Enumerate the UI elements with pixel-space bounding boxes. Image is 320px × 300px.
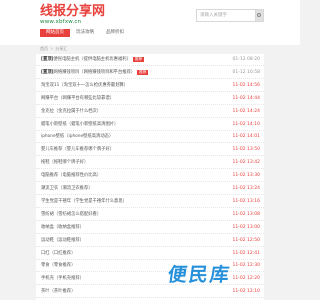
- list-item[interactable]: [置顶]便民电脑主机（提供电脑主机优惠福利） 推荐 01-12 08:20: [36, 54, 264, 66]
- list-item-text: 潮流卫衣（潮流卫衣推荐）: [41, 186, 93, 191]
- list-item-title[interactable]: 运动鞋（运动鞋推荐）: [41, 238, 84, 244]
- list-item-date: 11-02 12:41: [232, 250, 260, 256]
- list-item-title[interactable]: 金克拉（金克拉属于什么档次）: [41, 109, 101, 115]
- list-item-title[interactable]: [置顶]便民电脑主机（提供电脑主机优惠福利） 推荐: [41, 57, 145, 63]
- list-item[interactable]: 婴儿车推荐（婴儿车推荐哪个牌子好） 11-02 13:50: [36, 144, 264, 157]
- breadcrumb-home[interactable]: 首页: [40, 46, 48, 51]
- list-item-text: 金克拉（金克拉属于什么档次）: [41, 108, 102, 114]
- list-item-text: 收纳盒（收纳盒推荐）: [41, 224, 84, 230]
- watermark-text: 便民库: [166, 264, 233, 286]
- list-item-text: 拖鞋（拖鞋哪个牌子好）: [41, 160, 89, 166]
- list-item-title[interactable]: 淘宝双11（淘宝双十一怎么抢优惠券最划算）: [41, 83, 128, 89]
- list-item-title[interactable]: 收纳盒（收纳盒推荐）: [41, 225, 84, 231]
- nav-item-home[interactable]: 网站首页: [40, 29, 70, 37]
- list-item-title[interactable]: iphone壁纸（iphone壁纸高清动态）: [41, 134, 113, 140]
- list-item-text: 电脑推荐（电脑推荐性价比高）: [41, 173, 102, 179]
- list-item-text: 茶叶（茶叶推荐）: [41, 289, 76, 295]
- list-item-date: 11-02 14:01: [232, 134, 260, 140]
- list-item-title[interactable]: 雪纺裙（雪纺裙怎么搭配好看）: [41, 212, 101, 218]
- list-item-date: 11-02 13:50: [232, 147, 260, 153]
- list-item-date: 11-02 13:30: [232, 173, 260, 179]
- list-item[interactable]: 雪纺裙（雪纺裙怎么搭配好看） 11-02 13:08: [36, 209, 264, 221]
- search-input[interactable]: 请输入关键字: [196, 9, 256, 22]
- list-item-date: 11-02 14:44: [232, 95, 260, 101]
- list-item-title[interactable]: 茶叶（茶叶推荐）: [41, 289, 75, 295]
- list-item-text: 零食（零食推荐）: [41, 263, 76, 269]
- list-item-title[interactable]: 婴儿车推荐（婴儿车推荐哪个牌子好）: [41, 147, 114, 153]
- pinned-label: [置顶]: [41, 57, 54, 62]
- list-item-date: 11-02 12:50: [232, 237, 260, 243]
- list-item-title[interactable]: 学生党是千禧年（学生党是千禧年什么意思）: [41, 199, 127, 205]
- list-item[interactable]: 收纳盒（收纳盒推荐） 11-02 13:00: [36, 222, 264, 234]
- list-item-title[interactable]: [置顶]网络赚钱项目（网络赚钱项目和平台推荐） 推荐: [41, 69, 149, 76]
- list-item-text: 淘宝双11（淘宝双十一怎么抢优惠券最划算）: [41, 82, 129, 88]
- list-item-date: 11-02 13:16: [232, 198, 260, 204]
- list-item-title[interactable]: 潮流卫衣（潮流卫衣推荐）: [41, 186, 93, 192]
- list-item-date: 11-02 13:24: [232, 186, 260, 191]
- pinned-label: [置顶]: [41, 69, 54, 75]
- main-nav: 网站首页 玩法攻略 品牌折扣: [40, 29, 130, 37]
- list-item-text: 学生党是千禧年（学生党是千禧年什么意思）: [41, 198, 127, 204]
- list-item-title[interactable]: 网赚平台（网赚平台有哪些比较靠谱）: [41, 96, 114, 102]
- list-item-date: 01-12 08:20: [232, 57, 260, 62]
- list-item-title[interactable]: 电脑推荐（电脑推荐性价比高）: [41, 173, 101, 179]
- list-item-date: 11-02 14:24: [232, 108, 260, 114]
- nav-item-guides[interactable]: 玩法攻略: [70, 29, 100, 37]
- list-item-title[interactable]: 零食（零食推荐）: [41, 263, 75, 269]
- list-item-title[interactable]: 蜡笔小新壁纸（蜡笔小新壁纸高清图片）: [41, 122, 118, 128]
- recommend-badge: 推荐: [137, 69, 149, 75]
- list-item-date: 11-02 13:08: [232, 211, 260, 217]
- search-button[interactable]: [256, 9, 264, 22]
- list-item[interactable]: 潮流卫衣（潮流卫衣推荐） 11-02 13:24: [36, 183, 264, 195]
- list-item-text: iphone壁纸（iphone壁纸高清动态）: [41, 134, 114, 140]
- list-item-date: 11-02 12:20: [232, 276, 260, 282]
- list-item[interactable]: 电脑推荐（电脑推荐性价比高） 11-02 13:30: [36, 170, 264, 183]
- breadcrumb-current[interactable]: 分享汇: [55, 46, 67, 51]
- list-item-date: 01-12 10:58: [232, 69, 260, 75]
- list-item[interactable]: iphone壁纸（iphone壁纸高清动态） 11-02 14:01: [36, 131, 264, 144]
- list-item-date: 11-02 13:00: [232, 224, 260, 230]
- list-item-date: 11-02 13:42: [232, 160, 260, 166]
- list-item-date: 11-02 14:56: [232, 82, 260, 88]
- list-item-text: 口红（口红推荐）: [41, 250, 76, 256]
- list-item-text: 手机壳（手机壳推荐）: [41, 276, 84, 282]
- search-icon: [257, 13, 261, 17]
- list-item[interactable]: 金克拉（金克拉属于什么档次） 11-02 14:24: [36, 106, 264, 118]
- list-item[interactable]: 运动鞋（运动鞋推荐） 11-02 12:50: [36, 235, 264, 247]
- list-item[interactable]: 蜡笔小新壁纸（蜡笔小新壁纸高清图片） 11-02 14:10: [36, 119, 264, 131]
- list-item-text: 网赚平台（网赚平台有哪些比较靠谱）: [41, 95, 115, 101]
- site-header: 线报分享网 www.xbfxw.cn 请输入关键字 网站首页 玩法攻略 品牌折扣: [0, 0, 300, 45]
- breadcrumb: 首页 > 分享汇: [40, 46, 67, 52]
- list-item[interactable]: 网赚平台（网赚平台有哪些比较靠谱） 11-02 14:44: [36, 93, 264, 105]
- list-item-date: 11-02 12:30: [232, 263, 260, 269]
- logo-title: 线报分享网: [40, 4, 106, 19]
- recommend-badge: 推荐: [132, 57, 145, 62]
- list-item-date: 11-02 12:10: [232, 289, 260, 295]
- list-item-text: 蜡笔小新壁纸（蜡笔小新壁纸高清图片）: [41, 121, 119, 127]
- list-item-date: 11-02 14:10: [232, 121, 260, 127]
- logo-url: www.xbfxw.cn: [40, 19, 82, 25]
- list-item-title[interactable]: 拖鞋（拖鞋哪个牌子好）: [41, 160, 88, 166]
- nav-item-discounts[interactable]: 品牌折扣: [100, 29, 130, 37]
- list-item-text: 婴儿车推荐（婴儿车推荐哪个牌子好）: [41, 147, 115, 153]
- list-item[interactable]: [置顶]网络赚钱项目（网络赚钱项目和平台推荐） 推荐 01-12 10:58: [36, 67, 264, 79]
- list-item[interactable]: 拖鞋（拖鞋哪个牌子好） 11-02 13:42: [36, 157, 264, 170]
- list-item[interactable]: 学生党是千禧年（学生党是千禧年什么意思） 11-02 13:16: [36, 196, 264, 208]
- list-item[interactable]: 茶叶（茶叶推荐） 11-02 12:10: [36, 286, 264, 299]
- list-item[interactable]: 口红（口红推荐） 11-02 12:41: [36, 248, 264, 260]
- site-logo[interactable]: 线报分享网 www.xbfxw.cn: [40, 5, 105, 26]
- list-item-title[interactable]: 口红（口红推荐）: [41, 251, 75, 257]
- list-item-title[interactable]: 手机壳（手机壳推荐）: [41, 276, 84, 282]
- list-item-text: 网络赚钱项目（网络赚钱项目和平台推荐）: [53, 69, 136, 75]
- list-item-text: 便民电脑主机（提供电脑主机优惠福利）: [53, 57, 131, 62]
- list-item-text: 雪纺裙（雪纺裙怎么搭配好看）: [41, 211, 102, 217]
- list-item-text: 运动鞋（运动鞋推荐）: [41, 237, 84, 243]
- list-item[interactable]: 淘宝双11（淘宝双十一怎么抢优惠券最划算） 11-02 14:56: [36, 80, 264, 92]
